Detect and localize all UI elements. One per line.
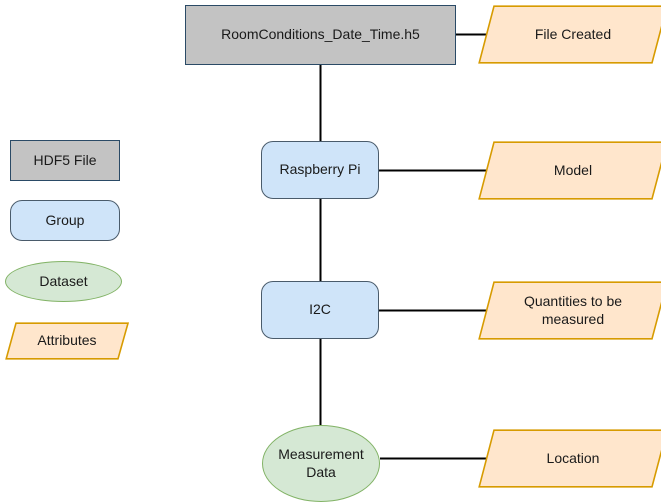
node-group-i2c[interactable]: I2C bbox=[261, 281, 379, 339]
attribute-model-label: Model bbox=[553, 161, 593, 178]
node-dataset-measurement-data[interactable]: Measurement Data bbox=[262, 425, 380, 502]
legend-item-group: Group bbox=[10, 200, 120, 241]
node-hdf5-file-label: RoomConditions_Date_Time.h5 bbox=[221, 26, 420, 43]
node-hdf5-file[interactable]: RoomConditions_Date_Time.h5 bbox=[185, 5, 456, 65]
attribute-file-created[interactable]: File Created bbox=[478, 5, 661, 64]
legend: HDF5 File Group Dataset Attributes bbox=[0, 0, 140, 502]
legend-item-attributes-label: Attributes bbox=[37, 332, 97, 349]
attribute-location[interactable]: Location bbox=[478, 429, 661, 488]
node-group-raspberry-pi-label: Raspberry Pi bbox=[279, 161, 361, 178]
attribute-file-created-label: File Created bbox=[534, 25, 612, 42]
legend-item-group-label: Group bbox=[45, 211, 85, 228]
legend-item-attributes: Attributes bbox=[5, 322, 129, 360]
attribute-model[interactable]: Model bbox=[478, 141, 661, 200]
legend-item-hdf5-file: HDF5 File bbox=[10, 140, 120, 181]
legend-item-hdf5-file-label: HDF5 File bbox=[33, 151, 97, 168]
attribute-quantities-to-be-measured-label: Quantities to be measured bbox=[523, 293, 623, 327]
legend-item-dataset: Dataset bbox=[5, 261, 122, 302]
attribute-quantities-to-be-measured[interactable]: Quantities to be measured bbox=[478, 281, 661, 340]
legend-item-dataset-label: Dataset bbox=[39, 272, 88, 289]
diagram-canvas: RoomConditions_Date_Time.h5 Raspberry Pi… bbox=[0, 0, 661, 502]
node-group-i2c-label: I2C bbox=[309, 301, 331, 318]
node-dataset-measurement-data-label: Measurement Data bbox=[278, 446, 364, 480]
node-group-raspberry-pi[interactable]: Raspberry Pi bbox=[261, 141, 379, 199]
attribute-location-label: Location bbox=[546, 449, 600, 466]
